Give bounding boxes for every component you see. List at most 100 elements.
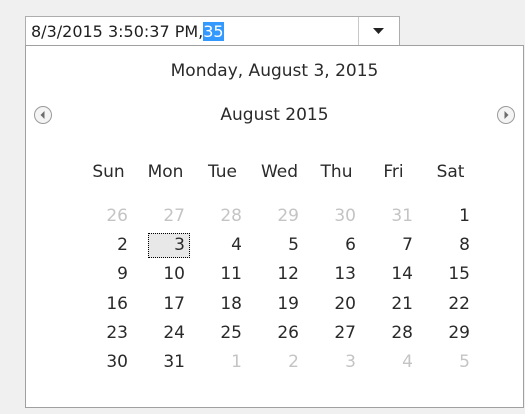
date-edit-text: 8/3/2015 3:50:37 PM, [31,22,204,41]
day-cell[interactable]: 31 [137,348,194,377]
day-cell[interactable]: 9 [80,260,137,289]
day-number: 30 [334,206,356,226]
weekday-label: Sun [92,162,125,182]
day-number: 3 [174,235,185,256]
date-edit-selected-segment[interactable]: 35 [203,22,224,41]
day-cell-today[interactable]: 3 [137,231,194,260]
day-number: 5 [459,351,470,372]
day-cell[interactable]: 2 [251,348,308,377]
day-number: 1 [459,206,470,226]
day-cell[interactable]: 31 [365,202,422,231]
day-number: 3 [345,351,356,372]
chevron-down-icon [373,28,384,34]
day-cell[interactable]: 26 [80,202,137,231]
day-number: 31 [391,206,413,226]
day-number: 1 [231,351,242,372]
day-cell[interactable]: 18 [194,290,251,319]
day-cell[interactable]: 26 [251,319,308,348]
day-number: 25 [220,322,242,343]
day-cell[interactable]: 30 [308,202,365,231]
day-cell[interactable]: 7 [365,231,422,260]
day-cell[interactable]: 15 [422,260,479,289]
day-cell[interactable]: 28 [194,202,251,231]
day-number: 29 [448,322,470,343]
day-number: 15 [448,264,470,285]
weekday-header: Sun Mon Tue Wed Thu Fri Sat [80,158,479,187]
day-cell[interactable]: 8 [422,231,479,260]
day-cell[interactable]: 19 [251,290,308,319]
day-cell[interactable]: 27 [308,319,365,348]
day-number: 10 [163,264,185,285]
dropdown-button[interactable] [358,17,399,45]
day-cell[interactable]: 23 [80,319,137,348]
day-number: 2 [288,351,299,372]
day-number: 8 [459,235,470,256]
day-cell[interactable]: 13 [308,260,365,289]
day-cell[interactable]: 14 [365,260,422,289]
day-number: 23 [106,322,128,343]
day-cell[interactable]: 1 [422,202,479,231]
day-number: 9 [117,264,128,285]
day-number: 2 [117,235,128,256]
date-edit[interactable]: 8/3/2015 3:50:37 PM,35 [25,16,400,46]
day-number: 14 [391,264,413,285]
weekday-label: Tue [207,162,238,182]
day-cell[interactable]: 11 [194,260,251,289]
today-link[interactable]: Monday, August 3, 2015 [26,61,523,81]
day-cell[interactable]: 28 [365,319,422,348]
day-number: 30 [106,351,128,372]
day-number: 24 [163,322,185,343]
month-title[interactable]: August 2015 [26,105,523,125]
day-number: 11 [220,264,242,285]
day-cell[interactable]: 3 [308,348,365,377]
day-cell[interactable]: 30 [80,348,137,377]
day-number: 4 [402,351,413,372]
day-number: 28 [391,322,413,343]
day-cell[interactable]: 5 [251,231,308,260]
day-number: 19 [277,293,299,314]
next-month-icon [497,106,515,124]
day-number: 29 [277,206,299,226]
day-number: 12 [277,264,299,285]
day-number: 26 [277,322,299,343]
day-cell[interactable]: 6 [308,231,365,260]
day-number: 20 [334,293,356,314]
day-number: 4 [231,235,242,256]
weekday-label: Wed [260,162,299,182]
day-number: 26 [106,206,128,226]
day-number: 16 [106,293,128,314]
day-cell[interactable]: 5 [422,348,479,377]
day-number: 13 [334,264,356,285]
day-cell[interactable]: 10 [137,260,194,289]
day-number: 5 [288,235,299,256]
calendar-popup: Monday, August 3, 2015 August 2015 Sun M… [25,45,524,408]
day-cell[interactable]: 21 [365,290,422,319]
day-number: 22 [448,293,470,314]
day-cell[interactable]: 2 [80,231,137,260]
day-cell[interactable]: 12 [251,260,308,289]
day-number: 18 [220,293,242,314]
day-cell[interactable]: 16 [80,290,137,319]
day-number: 6 [345,235,356,256]
day-cell[interactable]: 29 [422,319,479,348]
weekday-label: Mon [147,162,184,182]
weekday-label: Fri [383,162,404,182]
day-number: 7 [402,235,413,256]
day-cell[interactable]: 24 [137,319,194,348]
day-cell[interactable]: 25 [194,319,251,348]
day-cell[interactable]: 29 [251,202,308,231]
day-cell[interactable]: 4 [365,348,422,377]
day-cell[interactable]: 4 [194,231,251,260]
date-edit-value[interactable]: 8/3/2015 3:50:37 PM,35 [31,22,224,41]
day-cell[interactable]: 1 [194,348,251,377]
day-cell[interactable]: 22 [422,290,479,319]
day-cell[interactable]: 27 [137,202,194,231]
next-month-button[interactable] [496,105,516,125]
day-grid: 26 27 28 29 30 31 1 2 3 4 5 6 7 8 9 10 11 12 13 14 15 16 17 18 1… [80,202,479,377]
day-number: 21 [391,293,413,314]
day-cell[interactable]: 17 [137,290,194,319]
day-number: 17 [163,293,185,314]
day-cell[interactable]: 20 [308,290,365,319]
weekday-label: Thu [320,162,353,182]
weekday-label: Sat [436,162,465,182]
